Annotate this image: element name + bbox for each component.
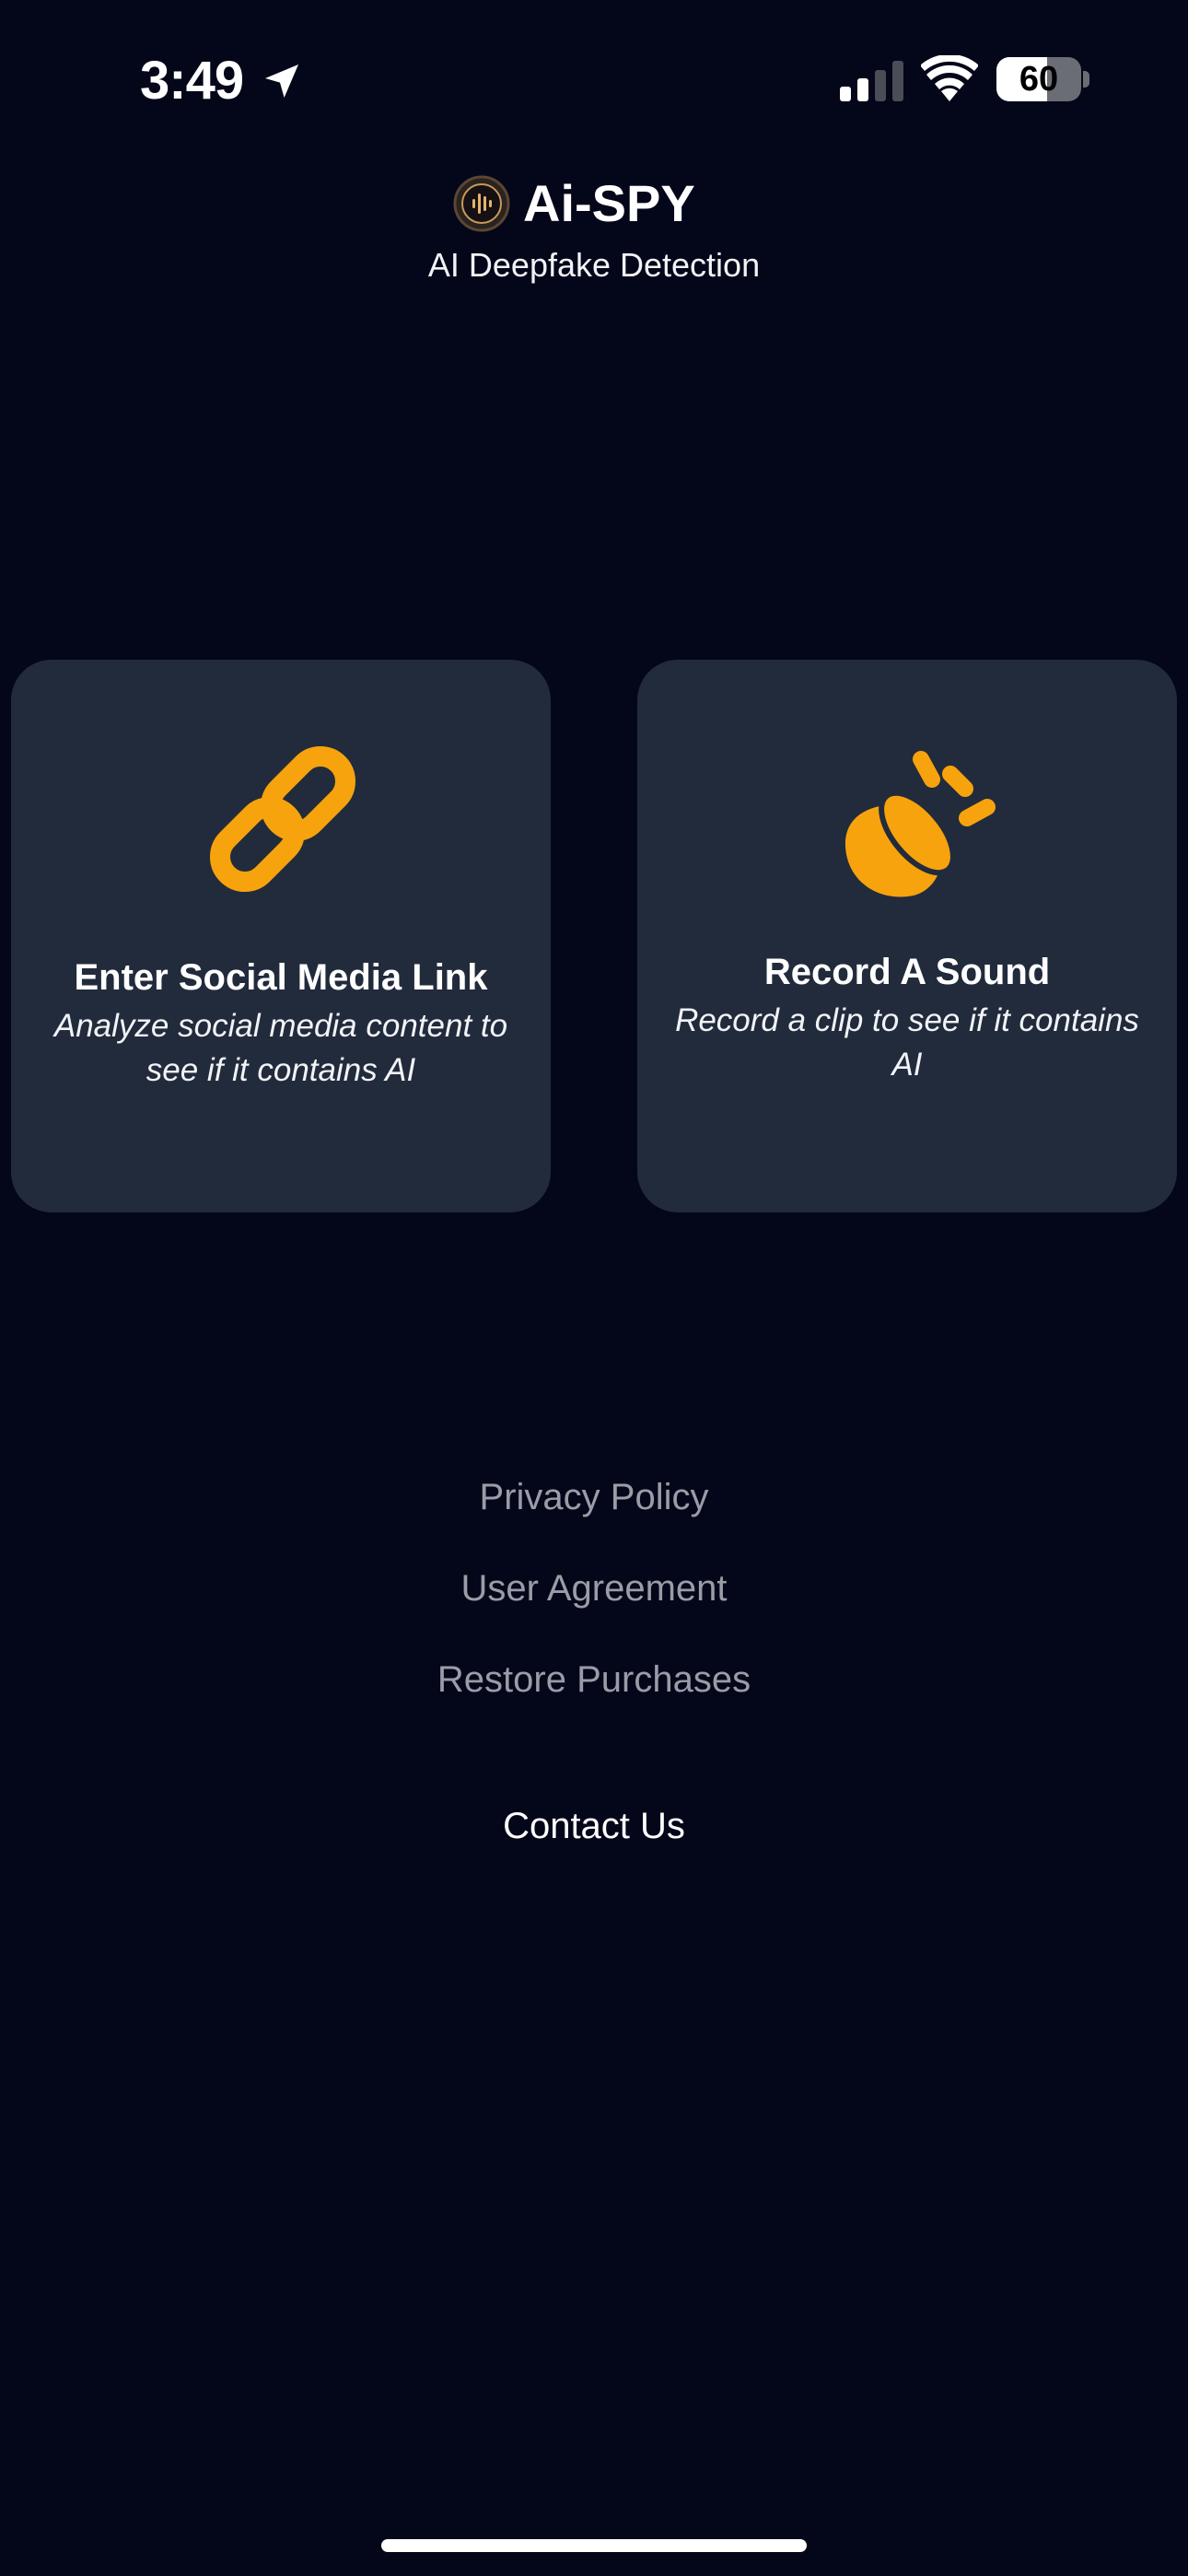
record-sound-title: Record A Sound [763, 952, 1051, 992]
enter-social-link-card[interactable]: Enter Social Media Link Analyze social m… [11, 660, 551, 1212]
app-subtitle: AI Deepfake Detection [427, 246, 761, 284]
cellular-signal-icon [840, 61, 903, 101]
link-chain-icon [209, 745, 356, 893]
battery-nub [1083, 71, 1089, 88]
record-sound-description: Record a clip to see if it contains AI [675, 1002, 1139, 1083]
record-sound-card[interactable]: Record A Sound Record a clip to see if i… [637, 660, 1177, 1212]
home-indicator[interactable] [381, 2539, 807, 2552]
wifi-icon [921, 55, 978, 101]
battery-level: 60 [1019, 60, 1059, 99]
restore-purchases-link[interactable]: Restore Purchases [0, 1654, 1188, 1705]
social-link-description: Analyze social media content to see if i… [53, 1008, 508, 1088]
app-title: Ai-SPY [523, 174, 695, 232]
battery-icon: 60 [996, 57, 1081, 101]
privacy-policy-link[interactable]: Privacy Policy [0, 1471, 1188, 1523]
ai-spy-logo-icon [453, 175, 510, 232]
location-arrow-icon [265, 64, 298, 98]
user-agreement-link[interactable]: User Agreement [0, 1563, 1188, 1614]
megaphone-sound-icon [844, 751, 996, 897]
social-link-title: Enter Social Media Link [74, 957, 488, 998]
contact-us-link[interactable]: Contact Us [0, 1800, 1188, 1852]
home-screen: 3:49 60 Ai-SPY AI Deepfake Detection Ent… [0, 0, 1188, 2576]
status-time: 3:49 [140, 51, 244, 111]
